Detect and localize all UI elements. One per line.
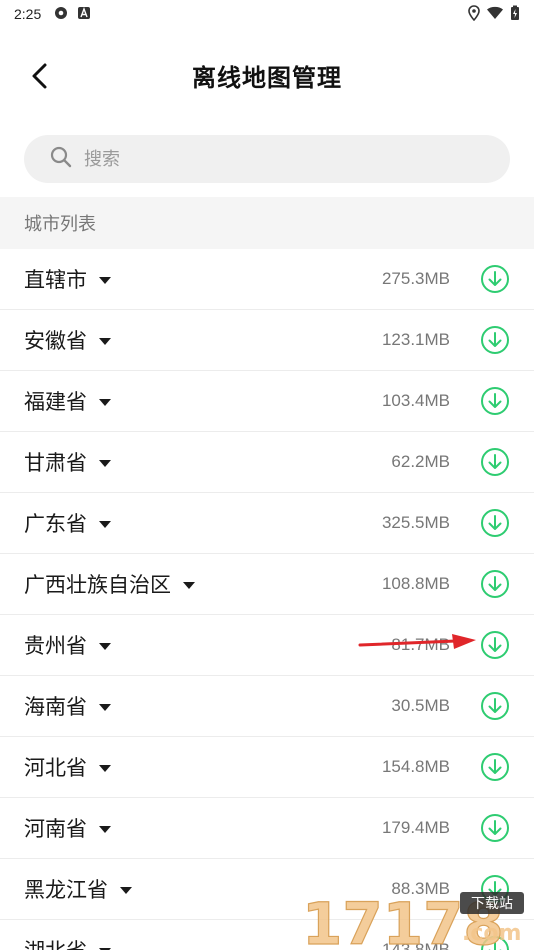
region-name: 甘肃省 [24, 451, 87, 475]
region-name: 河北省 [24, 756, 87, 780]
caret-down-icon[interactable] [99, 520, 111, 528]
search-bar[interactable] [24, 135, 510, 183]
caret-down-icon[interactable] [99, 764, 111, 772]
caret-down-icon[interactable] [99, 398, 111, 406]
file-size: 123.1MB [381, 330, 450, 349]
chevron-left-icon [32, 63, 47, 89]
notification-a-icon [77, 6, 91, 23]
page-title: 离线地图管理 [192, 63, 342, 92]
watermark-logo: 17178 下载站 .com [301, 889, 524, 950]
region-name: 福建省 [24, 390, 87, 414]
caret-down-icon[interactable] [99, 276, 111, 284]
download-icon[interactable] [480, 691, 510, 721]
caret-down-icon[interactable] [183, 581, 195, 589]
download-icon[interactable] [480, 752, 510, 782]
app-header: 离线地图管理 [0, 30, 534, 120]
file-size: 325.5MB [381, 513, 450, 532]
file-size: 154.8MB [381, 757, 450, 776]
file-size: 179.4MB [381, 818, 450, 837]
caret-down-icon[interactable] [120, 886, 132, 894]
back-button[interactable] [24, 60, 56, 92]
section-title: 城市列表 [24, 214, 96, 235]
status-time: 2:25 [14, 6, 42, 22]
region-name: 广西壮族自治区 [24, 573, 171, 597]
region-name: 海南省 [24, 695, 87, 719]
download-icon[interactable] [480, 630, 510, 660]
region-name: 广东省 [24, 512, 87, 536]
wifi-icon [486, 6, 504, 23]
file-size: 275.3MB [381, 269, 450, 288]
file-size: 103.4MB [381, 391, 450, 410]
region-name: 直辖市 [24, 268, 87, 292]
watermark-suffix: .com [462, 921, 521, 946]
settings-gear-icon [53, 5, 69, 24]
region-name: 贵州省 [24, 634, 87, 658]
file-size: 30.5MB [391, 696, 450, 715]
list-item[interactable]: 河北省 154.8MB [0, 737, 534, 798]
file-size: 108.8MB [381, 574, 450, 593]
list-item[interactable]: 广西壮族自治区 108.8MB [0, 554, 534, 615]
list-item[interactable]: 河南省 179.4MB [0, 798, 534, 859]
list-item[interactable]: 福建省 103.4MB [0, 371, 534, 432]
region-name: 湖北省 [24, 935, 87, 950]
search-input[interactable] [84, 148, 464, 170]
download-icon[interactable] [480, 264, 510, 294]
file-size: 62.2MB [391, 452, 450, 471]
download-icon[interactable] [480, 813, 510, 843]
city-list: 直辖市 275.3MB 安徽省 123.1MB 福建省 103.4MB 甘肃省 … [0, 249, 534, 950]
region-name: 黑龙江省 [24, 878, 108, 902]
caret-down-icon[interactable] [99, 459, 111, 467]
battery-icon [510, 5, 520, 24]
search-icon [50, 146, 72, 172]
caret-down-icon[interactable] [99, 703, 111, 711]
list-item[interactable]: 安徽省 123.1MB [0, 310, 534, 371]
caret-down-icon[interactable] [99, 337, 111, 345]
location-icon [468, 4, 480, 24]
section-header: 城市列表 [0, 197, 534, 249]
status-right-icons [468, 4, 520, 24]
list-item[interactable]: 甘肃省 62.2MB [0, 432, 534, 493]
watermark-badge: 下载站 [471, 896, 513, 912]
region-name: 安徽省 [24, 329, 87, 353]
download-icon[interactable] [480, 508, 510, 538]
list-item[interactable]: 海南省 30.5MB [0, 676, 534, 737]
download-icon[interactable] [480, 386, 510, 416]
list-item[interactable]: 广东省 325.5MB [0, 493, 534, 554]
download-icon[interactable] [480, 569, 510, 599]
caret-down-icon[interactable] [99, 642, 111, 650]
status-bar: 2:25 [0, 0, 534, 28]
region-name: 河南省 [24, 817, 87, 841]
list-item[interactable]: 直辖市 275.3MB [0, 249, 534, 310]
annotation-arrow-icon [358, 634, 476, 649]
download-icon[interactable] [480, 447, 510, 477]
caret-down-icon[interactable] [99, 825, 111, 833]
download-icon[interactable] [480, 325, 510, 355]
